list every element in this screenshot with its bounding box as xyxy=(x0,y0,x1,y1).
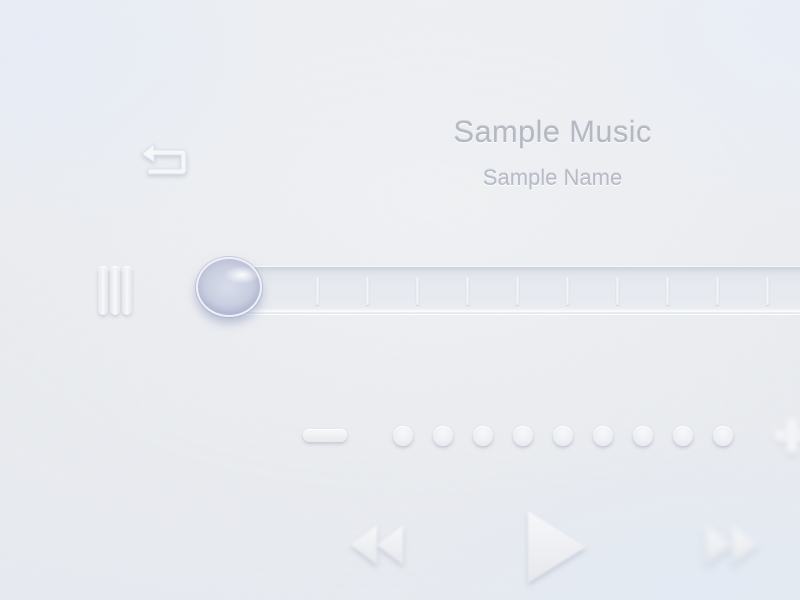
fast-forward-icon xyxy=(706,525,758,565)
volume-down-button[interactable] xyxy=(303,429,347,442)
rewind-icon xyxy=(351,525,403,565)
now-playing-title: Sample Music xyxy=(453,114,652,149)
plus-icon-vertical xyxy=(786,418,798,454)
play-icon xyxy=(528,511,586,583)
progress-tick xyxy=(466,277,469,305)
volume-dot[interactable] xyxy=(513,426,533,446)
progress-tick xyxy=(616,277,619,305)
menu-bar-icon xyxy=(122,266,132,315)
progress-tick xyxy=(416,277,419,305)
menu-bar-icon xyxy=(98,266,108,315)
volume-dot[interactable] xyxy=(673,426,693,446)
progress-thumb[interactable] xyxy=(196,257,262,317)
fast-forward-button[interactable] xyxy=(700,515,764,575)
volume-dot[interactable] xyxy=(393,426,413,446)
rewind-button[interactable] xyxy=(345,515,409,575)
now-playing-artist: Sample Name xyxy=(482,165,623,190)
volume-dot[interactable] xyxy=(593,426,613,446)
progress-tick xyxy=(516,277,519,305)
menu-bar-icon xyxy=(110,266,120,315)
progress-tick xyxy=(766,277,769,305)
volume-dot[interactable] xyxy=(633,426,653,446)
progress-tick xyxy=(666,277,669,305)
return-arrow-icon xyxy=(141,142,187,175)
progress-track[interactable] xyxy=(228,266,800,314)
volume-up-button[interactable] xyxy=(770,416,800,456)
progress-tick xyxy=(316,277,319,305)
menu-button[interactable] xyxy=(96,266,138,316)
volume-dot[interactable] xyxy=(433,426,453,446)
volume-dot[interactable] xyxy=(553,426,573,446)
back-button[interactable] xyxy=(138,140,190,178)
volume-dot[interactable] xyxy=(473,426,493,446)
progress-tick xyxy=(716,277,719,305)
progress-tick xyxy=(566,277,569,305)
progress-tick xyxy=(366,277,369,305)
volume-dot[interactable] xyxy=(713,426,733,446)
play-button[interactable] xyxy=(520,505,592,589)
